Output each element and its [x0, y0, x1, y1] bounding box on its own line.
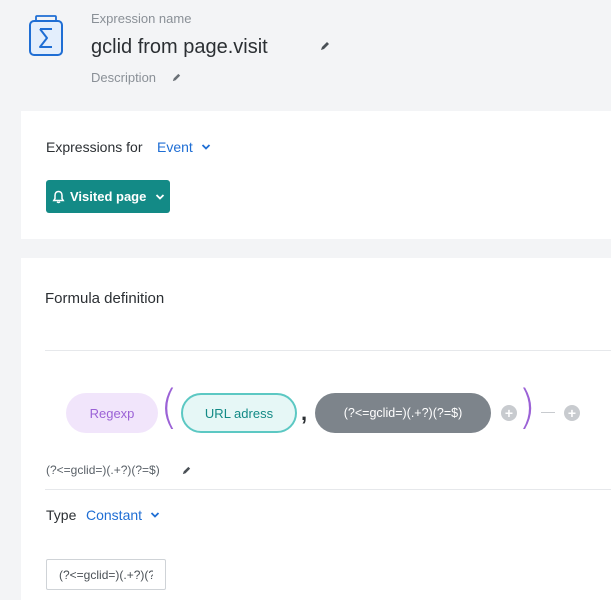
description-label[interactable]: Description: [91, 70, 156, 85]
constant-value-text: (?<=gclid=)(.+?)(?=$): [46, 463, 160, 477]
url-address-argument-pill[interactable]: URL adress: [181, 393, 297, 433]
pencil-icon[interactable]: [319, 40, 331, 52]
type-label: Type: [46, 507, 77, 523]
add-operation-icon[interactable]: +: [564, 405, 580, 421]
divider: [45, 350, 611, 351]
sigma-icon: [29, 15, 63, 56]
constant-argument-pill[interactable]: (?<=gclid=)(.+?)(?=$): [315, 393, 491, 433]
formula-title: Formula definition: [45, 290, 165, 307]
divider: [45, 489, 611, 490]
chevron-down-icon: [156, 193, 165, 200]
chevron-down-icon: [150, 512, 160, 518]
close-paren: ): [518, 380, 536, 434]
type-value: Constant: [86, 507, 143, 523]
expression-header: Expression name gclid from page.visit De…: [0, 0, 611, 110]
chevron-down-icon: [201, 144, 210, 150]
expressions-for-label: Expressions for: [46, 139, 143, 155]
constant-value-input[interactable]: [46, 559, 166, 590]
event-type-dropdown[interactable]: Event: [157, 139, 211, 155]
visited-page-button[interactable]: Visited page: [46, 180, 170, 213]
pencil-icon[interactable]: [171, 72, 182, 83]
formula-definition-card: Formula definition Regexp ( URL adress ,…: [21, 258, 611, 600]
event-type-value: Event: [157, 139, 193, 155]
open-paren: (: [160, 380, 178, 434]
page-title: gclid from page.visit: [91, 36, 268, 58]
expressions-for-card: Expressions for Event Visited page: [21, 111, 611, 239]
regexp-function-pill[interactable]: Regexp: [66, 393, 158, 433]
bell-icon: [52, 190, 65, 203]
add-argument-icon[interactable]: +: [501, 405, 517, 421]
comma-separator: ,: [301, 400, 308, 425]
pencil-icon[interactable]: [181, 465, 192, 476]
type-dropdown[interactable]: Constant: [86, 507, 160, 523]
connector-line: [541, 412, 555, 413]
visited-page-label: Visited page: [70, 189, 147, 204]
expression-name-label: Expression name: [91, 11, 192, 26]
